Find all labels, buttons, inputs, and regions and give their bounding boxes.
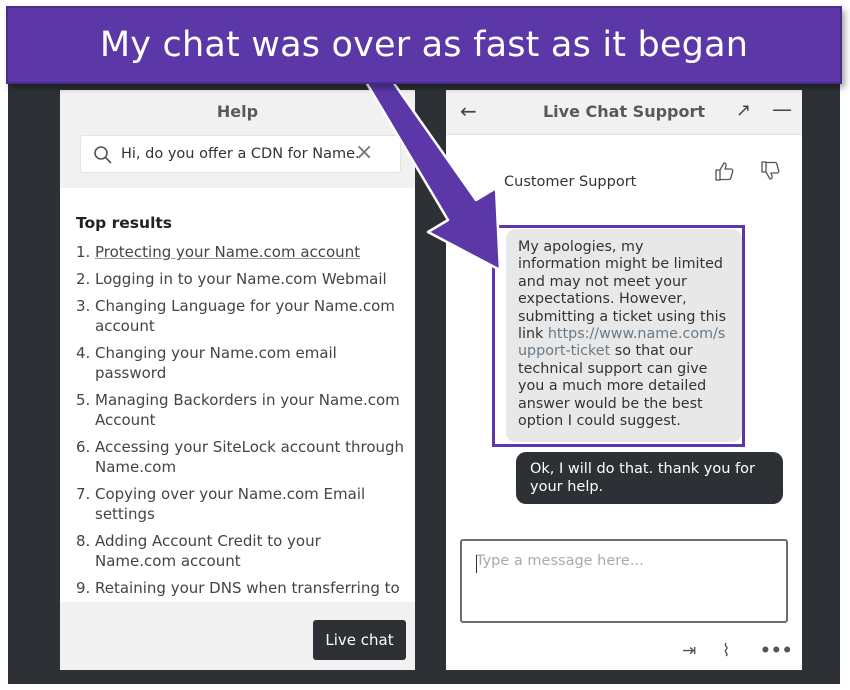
result-link[interactable]: Managing Backorders in your Name.com Acc… bbox=[95, 390, 406, 430]
result-link[interactable]: Copying over your Name.com Email setting… bbox=[95, 484, 406, 524]
chat-header: ← Live Chat Support ↗ — bbox=[446, 90, 802, 135]
help-header: Help Hi, do you offer a CDN for Name. × bbox=[60, 90, 415, 188]
minimize-icon[interactable]: — bbox=[772, 97, 792, 121]
result-item[interactable]: 8. Adding Account Credit to your Name.com… bbox=[76, 531, 406, 571]
result-item[interactable]: 6. Accessing your SiteLock account throug… bbox=[76, 437, 406, 477]
result-item[interactable]: 1. Protecting your Name.com account bbox=[76, 242, 406, 262]
text-caret bbox=[476, 555, 477, 573]
result-link[interactable]: Changing your Name.com email password bbox=[95, 343, 406, 383]
help-footer: Live chat bbox=[60, 602, 415, 670]
search-input[interactable]: Hi, do you offer a CDN for Name. bbox=[121, 146, 360, 162]
help-panel: Help Hi, do you offer a CDN for Name. × … bbox=[60, 90, 415, 670]
result-link[interactable]: Adding Account Credit to your Name.com a… bbox=[95, 531, 406, 571]
agent-row: Customer Support bbox=[446, 136, 802, 208]
thumbs-up-icon[interactable] bbox=[714, 160, 736, 182]
outgoing-message: Ok, I will do that. thank you for your h… bbox=[516, 452, 783, 504]
result-item[interactable]: 4. Changing your Name.com email password bbox=[76, 343, 406, 383]
screenshot-frame: Help Hi, do you offer a CDN for Name. × … bbox=[0, 0, 850, 690]
result-link[interactable]: Accessing your SiteLock account through … bbox=[95, 437, 406, 477]
result-item[interactable]: 2. Logging in to your Name.com Webmail bbox=[76, 269, 406, 289]
result-link[interactable]: Changing Language for your Name.com acco… bbox=[95, 296, 406, 336]
live-chat-button[interactable]: Live chat bbox=[313, 620, 406, 660]
help-title: Help bbox=[216, 102, 259, 121]
result-item[interactable]: 7. Copying over your Name.com Email setti… bbox=[76, 484, 406, 524]
clear-search-icon[interactable]: × bbox=[355, 141, 373, 165]
expand-icon[interactable]: ↗ bbox=[736, 100, 751, 121]
results-list: 1. Protecting your Name.com account 2. Log… bbox=[76, 242, 406, 625]
thumbs-down-icon[interactable] bbox=[760, 160, 782, 182]
message-input-box[interactable] bbox=[460, 539, 788, 623]
result-link[interactable]: Protecting your Name.com account bbox=[95, 242, 406, 262]
agent-name: Customer Support bbox=[504, 174, 637, 190]
message-highlight-box bbox=[492, 225, 745, 447]
result-item[interactable]: 3. Changing Language for your Name.com ac… bbox=[76, 296, 406, 336]
more-options-icon[interactable]: ••• bbox=[760, 641, 793, 661]
result-link[interactable]: Logging in to your Name.com Webmail bbox=[95, 269, 406, 289]
search-icon bbox=[94, 146, 112, 164]
message-input[interactable] bbox=[462, 541, 786, 621]
title-banner: My chat was over as fast as it began bbox=[6, 6, 842, 84]
search-box[interactable]: Hi, do you offer a CDN for Name. × bbox=[80, 135, 401, 173]
chat-toolbar: ⇥ ⌇ ••• bbox=[446, 635, 802, 665]
end-chat-icon[interactable]: ⇥ bbox=[682, 641, 696, 661]
top-results-heading: Top results bbox=[76, 214, 173, 232]
result-item[interactable]: 5. Managing Backorders in your Name.com A… bbox=[76, 390, 406, 430]
paperclip-icon[interactable]: ⌇ bbox=[722, 641, 730, 661]
